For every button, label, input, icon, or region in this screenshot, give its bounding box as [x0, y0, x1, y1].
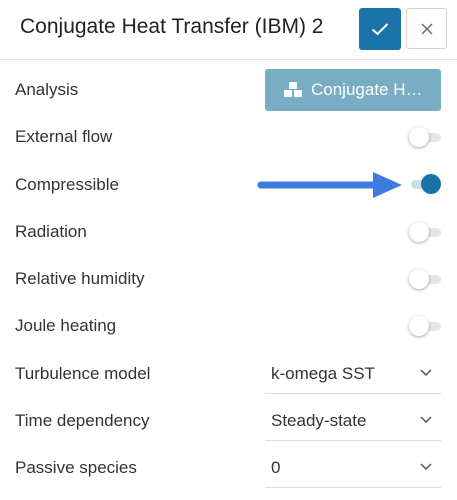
external-flow-label: External flow [15, 127, 113, 146]
toggle-knob [409, 316, 429, 336]
toggle-knob [409, 269, 429, 289]
analysis-type-label: Conjugate H… [311, 80, 423, 99]
chevron-down-icon [420, 463, 432, 471]
confirm-button[interactable] [359, 8, 401, 50]
turbulence-model-select[interactable]: k-omega SST [265, 355, 441, 394]
radiation-toggle[interactable] [409, 221, 443, 243]
joule-heating-label: Joule heating [15, 316, 117, 335]
close-icon [421, 23, 432, 34]
analysis-type-button[interactable]: Conjugate H… [265, 69, 441, 111]
turbulence-model-value: k-omega SST [271, 364, 375, 383]
radiation-label: Radiation [15, 222, 87, 241]
relative-humidity-toggle[interactable] [409, 268, 443, 290]
passive-species-value: 0 [271, 458, 281, 477]
time-dependency-label: Time dependency [15, 411, 150, 430]
compressible-label: Compressible [15, 175, 119, 194]
close-button[interactable] [406, 8, 447, 49]
panel-header: Conjugate Heat Transfer (IBM) 2 [0, 0, 457, 60]
joule-heating-toggle[interactable] [409, 315, 443, 337]
toggle-knob [409, 222, 429, 242]
chevron-down-icon [420, 416, 432, 424]
time-dependency-value: Steady-state [271, 411, 367, 430]
passive-species-select[interactable]: 0 [265, 449, 441, 488]
panel-title: Conjugate Heat Transfer (IBM) 2 [20, 15, 324, 38]
compressible-toggle[interactable] [409, 173, 443, 195]
annotation-arrow [257, 172, 402, 198]
external-flow-toggle[interactable] [409, 126, 443, 148]
checkmark-icon [371, 23, 389, 36]
analysis-label: Analysis [15, 80, 79, 99]
chevron-down-icon [420, 369, 432, 377]
relative-humidity-label: Relative humidity [15, 269, 145, 288]
toggle-knob [409, 127, 429, 147]
turbulence-model-label: Turbulence model [15, 364, 151, 383]
toggle-knob [421, 174, 441, 194]
passive-species-label: Passive species [15, 458, 137, 477]
cubes-icon [284, 82, 302, 97]
time-dependency-select[interactable]: Steady-state [265, 402, 441, 441]
settings-panel: Conjugate Heat Transfer (IBM) 2 Analysis… [0, 0, 457, 500]
